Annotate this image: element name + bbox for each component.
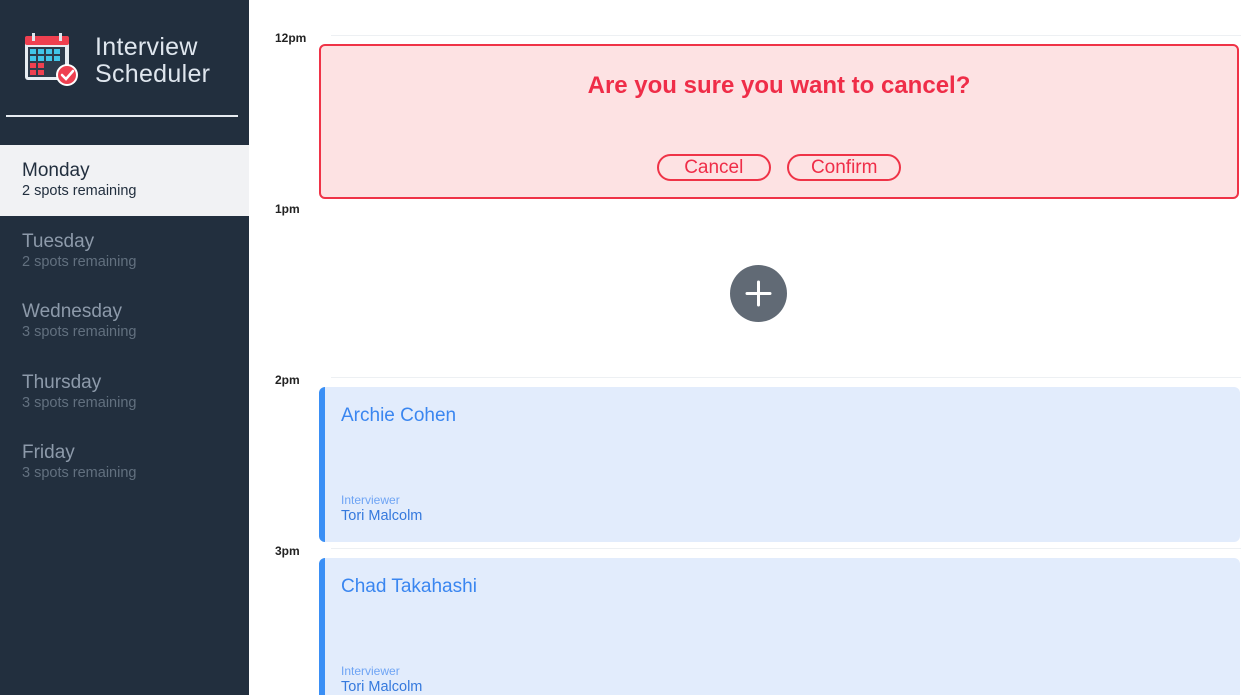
day-item-thursday[interactable]: Thursday 3 spots remaining <box>0 357 249 428</box>
day-spots: 2 spots remaining <box>22 183 137 199</box>
day-name: Thursday <box>22 371 102 393</box>
interviewer-name: Tori Malcolm <box>341 679 423 695</box>
day-spots: 3 spots remaining <box>22 394 137 411</box>
time-label-3pm: 3pm <box>275 544 300 558</box>
day-item-tuesday[interactable]: Tuesday 2 spots remaining <box>0 216 249 287</box>
calendar-check-icon <box>25 33 78 86</box>
confirm-actions: Cancel Confirm <box>321 154 1237 181</box>
plus-icon <box>745 280 772 307</box>
app-title-line1: Interview <box>95 33 198 61</box>
sidebar: Interview Scheduler Monday 2 spots remai… <box>0 0 249 695</box>
sidebar-divider <box>6 115 238 117</box>
app-title: Interview Scheduler <box>95 34 210 88</box>
day-item-wednesday[interactable]: Wednesday 3 spots remaining <box>0 286 249 357</box>
confirm-button[interactable]: Confirm <box>787 154 902 181</box>
time-label-1pm: 1pm <box>275 202 300 216</box>
app-logo: Interview Scheduler <box>24 30 244 90</box>
app-title-line2: Scheduler <box>95 60 211 88</box>
day-item-friday[interactable]: Friday 3 spots remaining <box>0 427 249 498</box>
cancel-confirmation: Are you sure you want to cancel? Cancel … <box>319 44 1239 199</box>
interviewer-label: Interviewer <box>341 664 400 678</box>
time-label-12pm: 12pm <box>275 31 307 45</box>
time-divider <box>331 377 1241 378</box>
cancel-button[interactable]: Cancel <box>656 154 771 181</box>
day-item-monday[interactable]: Monday 2 spots remaining <box>0 145 249 216</box>
appointment-card[interactable]: Chad Takahashi Interviewer Tori Malcolm <box>319 558 1240 695</box>
day-spots: 3 spots remaining <box>22 324 137 340</box>
day-name: Monday <box>22 160 90 181</box>
schedule: 12pm Are you sure you want to cancel? Ca… <box>249 0 1247 695</box>
student-name: Chad Takahashi <box>341 576 477 597</box>
day-name: Tuesday <box>22 230 95 252</box>
time-label-2pm: 2pm <box>275 373 300 387</box>
time-divider <box>331 35 1241 36</box>
day-name: Wednesday <box>22 301 122 322</box>
day-name: Friday <box>22 442 75 463</box>
day-spots: 3 spots remaining <box>22 465 137 481</box>
day-list: Monday 2 spots remaining Tuesday 2 spots… <box>0 145 249 498</box>
day-spots: 2 spots remaining <box>22 253 137 270</box>
time-divider <box>331 548 1241 549</box>
appointment-card[interactable]: Archie Cohen Interviewer Tori Malcolm <box>319 387 1240 542</box>
add-appointment-button[interactable] <box>730 265 787 322</box>
interviewer-label: Interviewer <box>341 493 400 507</box>
student-name: Archie Cohen <box>341 405 457 426</box>
interviewer-name: Tori Malcolm <box>341 508 423 524</box>
confirm-message: Are you sure you want to cancel? <box>587 72 971 99</box>
